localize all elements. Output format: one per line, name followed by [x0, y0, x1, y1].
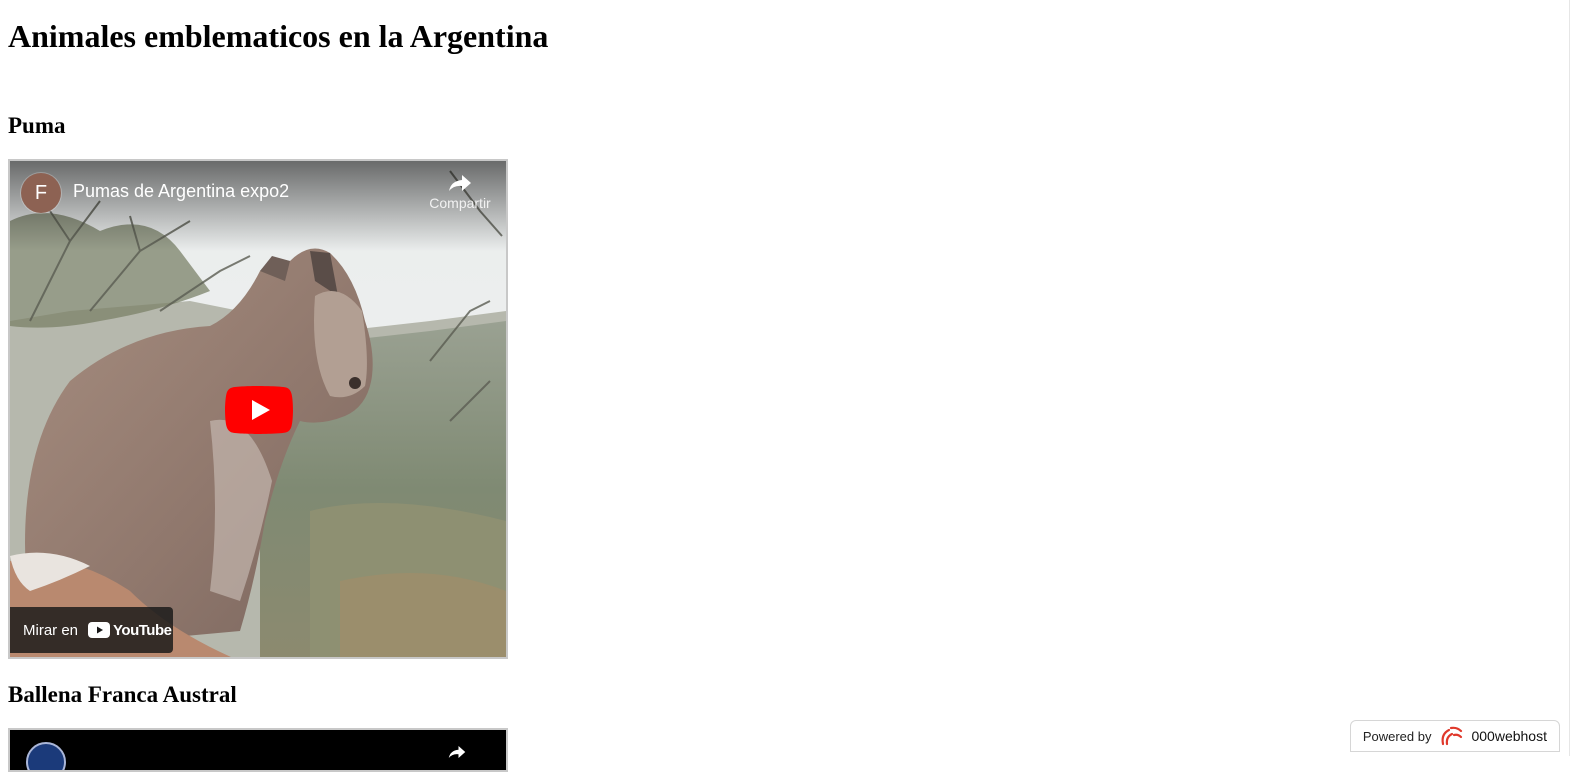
share-icon: [449, 175, 471, 191]
share-label: Compartir: [429, 195, 491, 211]
youtube-logo: YouTube: [88, 621, 172, 639]
hosting-badge[interactable]: Powered by 000webhost: [1349, 720, 1560, 752]
youtube-video-embed-ballena[interactable]: [8, 728, 508, 772]
powered-by-label: Powered by: [1362, 728, 1432, 744]
play-icon: [225, 386, 293, 434]
share-button[interactable]: Compartir: [422, 173, 498, 211]
youtube-logo-icon: [88, 622, 111, 638]
watch-on-youtube-button[interactable]: Mirar en YouTube: [10, 607, 173, 653]
page-title: Animales emblematicos en la Argentina: [8, 18, 549, 54]
channel-avatar[interactable]: F: [21, 173, 61, 213]
section-heading-puma: Puma: [8, 113, 66, 138]
youtube-video-embed-puma[interactable]: F Pumas de Argentina expo2 Compartir Mir…: [8, 159, 508, 659]
channel-avatar[interactable]: [26, 742, 66, 770]
watch-on-label: Mirar en: [23, 621, 79, 639]
section-heading-ballena: Ballena Franca Austral: [8, 682, 237, 707]
page-scrollbar[interactable]: [1569, 0, 1584, 756]
video-title[interactable]: Pumas de Argentina expo2: [73, 181, 289, 202]
share-icon[interactable]: [448, 744, 466, 760]
000webhost-logo-icon: [1442, 726, 1463, 746]
play-button[interactable]: [225, 386, 293, 434]
000webhost-brand: 000webhost: [1471, 728, 1547, 744]
youtube-wordmark: YouTube: [113, 621, 172, 639]
